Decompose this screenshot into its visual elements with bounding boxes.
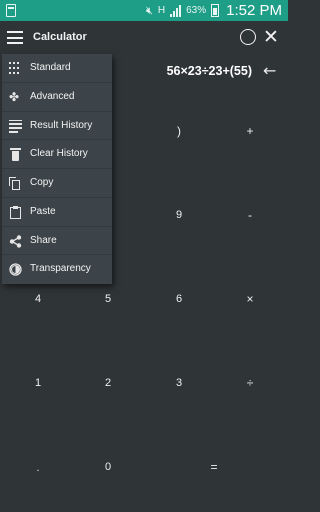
key-divide[interactable]: ÷ (220, 363, 280, 403)
network-type: H (157, 5, 166, 16)
menu-item-share[interactable]: Share (2, 227, 112, 256)
menu-item-paste[interactable]: Paste (2, 198, 112, 227)
menu-label: Standard (30, 62, 71, 73)
menu-label: Transparency (30, 263, 91, 275)
close-icon[interactable]: ✕ (263, 25, 279, 49)
key-3[interactable]: 3 (149, 363, 209, 403)
menu-item-standard[interactable]: Standard (2, 54, 112, 83)
expression-display: 56×23÷23+(55) (166, 64, 252, 78)
key-2[interactable]: 2 (78, 363, 138, 403)
key-dot[interactable]: . (8, 448, 68, 488)
key-right-paren[interactable]: ) (149, 111, 209, 151)
menu-label: Copy (30, 177, 54, 188)
menu-label: Share (30, 234, 57, 246)
calculator-app-icon (6, 4, 16, 17)
menu-label: Paste (30, 205, 56, 217)
signal-icon (170, 4, 182, 17)
list-icon (9, 119, 22, 133)
toolbar: Calculator ✕ (0, 21, 288, 55)
key-minus[interactable]: - (220, 195, 280, 235)
app-title: Calculator (33, 31, 87, 43)
clock: 1:52 PM (226, 2, 282, 19)
key-1[interactable]: 1 (8, 363, 68, 403)
puzzle-icon: ✤ (9, 89, 20, 104)
overflow-menu: Standard ✤ Advanced Result History Clear… (2, 54, 112, 284)
key-plus[interactable]: + (220, 111, 280, 151)
key-0[interactable]: 0 (78, 447, 138, 487)
menu-label: Result History (30, 119, 93, 131)
mute-icon: 🔇︎ (145, 3, 153, 17)
menu-item-transparency[interactable]: Transparency (2, 255, 112, 284)
status-icons: 🔇︎ H 63% 1:52 PM (146, 0, 282, 21)
menu-label: Advanced (30, 90, 75, 102)
brightness-icon (9, 263, 22, 276)
backspace-icon[interactable]: ← (263, 61, 276, 80)
key-equals[interactable]: = (184, 447, 244, 487)
key-6[interactable]: 6 (149, 279, 209, 319)
dial-pad-icon (9, 62, 22, 75)
key-4[interactable]: 4 (8, 279, 68, 319)
status-bar: 🔇︎ H 63% 1:52 PM (0, 0, 288, 21)
menu-item-clear-history[interactable]: Clear History (2, 140, 112, 169)
circle-icon[interactable] (240, 29, 256, 45)
menu-item-result-history[interactable]: Result History (2, 112, 112, 141)
battery-percent: 63% (186, 5, 207, 16)
menu-item-advanced[interactable]: ✤ Advanced (2, 83, 112, 112)
battery-icon (211, 4, 220, 17)
share-icon (9, 234, 22, 248)
key-5[interactable]: 5 (78, 279, 138, 319)
menu-label: Clear History (30, 148, 88, 160)
key-9[interactable]: 9 (149, 195, 209, 235)
key-multiply[interactable]: × (220, 279, 280, 319)
menu-icon[interactable] (7, 31, 23, 44)
menu-item-copy[interactable]: Copy (2, 169, 112, 198)
